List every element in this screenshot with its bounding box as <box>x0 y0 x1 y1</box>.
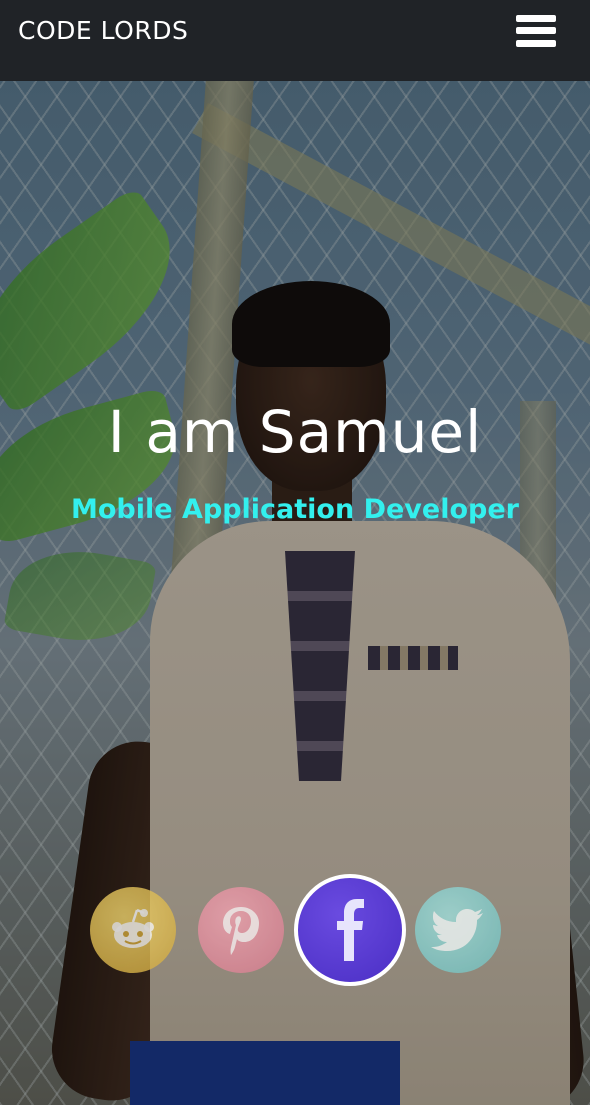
menu-bar <box>516 27 556 34</box>
hero-dim-overlay <box>0 81 590 1105</box>
pinterest-icon <box>223 907 259 955</box>
pinterest-link[interactable] <box>198 887 284 973</box>
brand-logo-text[interactable]: CODE LORDS <box>18 16 188 45</box>
facebook-icon <box>337 899 364 961</box>
twitter-icon <box>431 909 483 951</box>
reddit-icon <box>112 908 154 948</box>
twitter-link[interactable] <box>415 887 501 973</box>
hamburger-menu-icon[interactable] <box>516 11 556 51</box>
menu-bar <box>516 39 556 47</box>
top-navbar: CODE LORDS <box>0 0 590 81</box>
menu-bar <box>516 14 556 22</box>
hero-section <box>0 81 590 1105</box>
facebook-link[interactable] <box>294 874 406 986</box>
hero-subtitle: Mobile Application Developer <box>71 494 519 525</box>
hero-title: I am Samuel <box>107 398 483 466</box>
reddit-link[interactable] <box>90 887 176 973</box>
